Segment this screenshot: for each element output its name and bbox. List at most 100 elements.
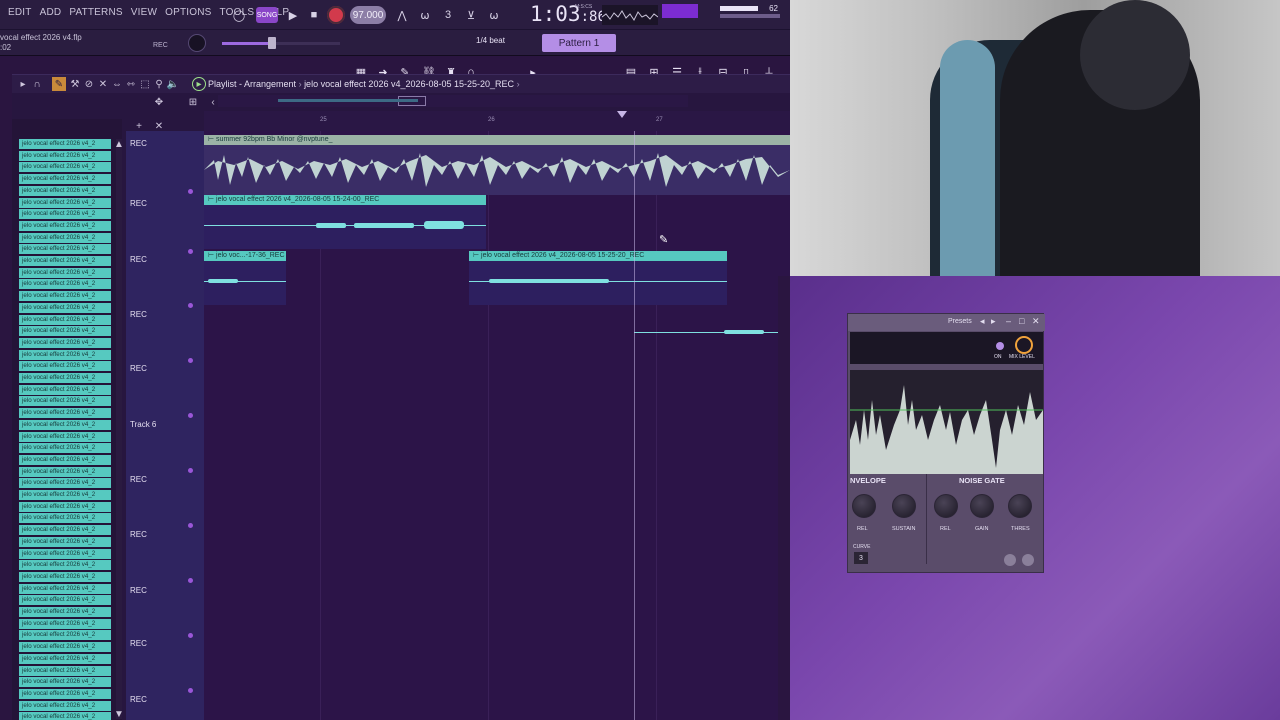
- playlist-menu-arrow-icon[interactable]: ▸: [16, 77, 30, 91]
- browser-item[interactable]: jelo vocal effect 2026 v4_2: [19, 688, 111, 699]
- browser-item[interactable]: jelo vocal effect 2026 v4_2: [19, 419, 111, 430]
- browser-item[interactable]: jelo vocal effect 2026 v4_2: [19, 443, 111, 454]
- magnet-icon[interactable]: ∩: [30, 77, 44, 91]
- pencil-tool-icon[interactable]: ✎: [52, 77, 66, 91]
- playhead-marker[interactable]: [617, 111, 627, 118]
- metronome-icon[interactable]: ⋀: [392, 5, 412, 25]
- browser-item[interactable]: jelo vocal effect 2026 v4_2: [19, 618, 111, 629]
- clip-vocal1-header[interactable]: ⊢ jelo vocal effect 2026 v4_2026-08-05 1…: [204, 195, 486, 205]
- loop-record-icon[interactable]: ⍵: [484, 5, 504, 25]
- pattern-selector[interactable]: Pattern 1: [542, 34, 616, 52]
- browser-item[interactable]: jelo vocal effect 2026 v4_2: [19, 337, 111, 348]
- browser-item[interactable]: jelo vocal effect 2026 v4_2: [19, 314, 111, 325]
- global-knob-icon[interactable]: ◯: [229, 5, 249, 25]
- browser-item[interactable]: jelo vocal effect 2026 v4_2: [19, 478, 111, 489]
- record-button[interactable]: [327, 6, 345, 24]
- track-label[interactable]: Track 6: [130, 420, 156, 429]
- browser-item[interactable]: jelo vocal effect 2026 v4_2: [19, 326, 111, 337]
- browser-item[interactable]: jelo vocal effect 2026 v4_2: [19, 431, 111, 442]
- tempo-display[interactable]: 97.000: [350, 6, 386, 24]
- zoom-horizontal-icon[interactable]: ✥: [152, 95, 166, 109]
- browser-item[interactable]: jelo vocal effect 2026 v4_2: [19, 349, 111, 360]
- curve-selector[interactable]: 3: [854, 552, 868, 564]
- browser-item[interactable]: jelo vocal effect 2026 v4_2: [19, 361, 111, 372]
- clip-beat[interactable]: [204, 145, 790, 195]
- browser-item[interactable]: jelo vocal effect 2026 v4_2: [19, 607, 111, 617]
- browser-item[interactable]: jelo vocal effect 2026 v4_2: [19, 185, 111, 196]
- menu-edit[interactable]: EDIT: [4, 7, 36, 18]
- master-pitch-slider-thumb[interactable]: [268, 37, 276, 49]
- snap-selector[interactable]: 1/4 beat: [476, 36, 505, 45]
- browser-item[interactable]: jelo vocal effect 2026 v4_2: [19, 466, 111, 477]
- track-tool-icon[interactable]: ⊞: [186, 95, 200, 109]
- track-mute-dot[interactable]: [188, 468, 193, 473]
- track-mute-dot[interactable]: [188, 303, 193, 308]
- arrangement-area[interactable]: ⊢ summer 92bpm Bb Minor @nvptune_ ⊢ jelo…: [204, 131, 790, 720]
- track-label[interactable]: REC: [130, 364, 147, 373]
- track-label[interactable]: REC: [130, 695, 147, 704]
- gate-release-knob[interactable]: [934, 494, 958, 518]
- track-label[interactable]: REC: [130, 310, 147, 319]
- preset-next-icon[interactable]: ▸: [991, 316, 996, 327]
- browser-item[interactable]: jelo vocal effect 2026 v4_2: [19, 630, 111, 641]
- browser-item[interactable]: jelo vocal effect 2026 v4_2: [19, 677, 111, 688]
- clip-vocal2a[interactable]: [204, 261, 286, 305]
- browser-item[interactable]: jelo vocal effect 2026 v4_2: [19, 595, 111, 606]
- browser-item[interactable]: jelo vocal effect 2026 v4_2: [19, 560, 111, 571]
- track-mute-dot[interactable]: [188, 413, 193, 418]
- browser-item[interactable]: jelo vocal effect 2026 v4_2: [19, 490, 111, 500]
- browser-item[interactable]: jelo vocal effect 2026 v4_2: [19, 291, 111, 302]
- playlist-overview[interactable]: [218, 95, 688, 107]
- menu-patterns[interactable]: PATTERNS: [65, 7, 126, 18]
- plugin-option-button[interactable]: [1022, 554, 1034, 566]
- clip-vocal2b-header[interactable]: ⊢ jelo vocal effect 2026 v4_2026-08-05 1…: [469, 251, 727, 261]
- plugin-titlebar[interactable]: Presets ◂ ▸ – □ ✕: [848, 314, 1045, 331]
- mix-level-knob[interactable]: [1015, 336, 1033, 354]
- browser-item[interactable]: jelo vocal effect 2026 v4_2: [19, 244, 111, 255]
- gate-gain-knob[interactable]: [970, 494, 994, 518]
- minimize-icon[interactable]: –: [1006, 316, 1011, 326]
- maximize-icon[interactable]: □: [1019, 316, 1024, 326]
- paint-tool-icon[interactable]: ⚒: [68, 77, 82, 91]
- scroll-left-icon[interactable]: ‹: [206, 95, 220, 109]
- browser-item[interactable]: jelo vocal effect 2026 v4_2: [19, 583, 111, 594]
- track-label[interactable]: REC: [130, 639, 147, 648]
- track-label[interactable]: REC: [130, 199, 147, 208]
- browser-item[interactable]: jelo vocal effect 2026 v4_2: [19, 139, 111, 149]
- browser-item[interactable]: jelo vocal effect 2026 v4_2: [19, 256, 111, 266]
- browser-scrollbar[interactable]: [116, 139, 122, 719]
- browser-item[interactable]: jelo vocal effect 2026 v4_2: [19, 665, 111, 676]
- track-mute-dot[interactable]: [188, 578, 193, 583]
- menu-options[interactable]: OPTIONS: [161, 7, 215, 18]
- mute-tool-icon[interactable]: ✕: [96, 77, 110, 91]
- browser-item[interactable]: jelo vocal effect 2026 v4_2: [19, 209, 111, 220]
- browser-item[interactable]: jelo vocal effect 2026 v4_2: [19, 653, 111, 664]
- browser-item[interactable]: jelo vocal effect 2026 v4_2: [19, 267, 111, 278]
- song-mode-toggle[interactable]: SONG: [256, 7, 278, 23]
- browser-item[interactable]: jelo vocal effect 2026 v4_2: [19, 501, 111, 512]
- browser-item[interactable]: jelo vocal effect 2026 v4_2: [19, 302, 111, 313]
- browser-item[interactable]: jelo vocal effect 2026 v4_2: [19, 197, 111, 208]
- presets-label[interactable]: Presets: [948, 318, 972, 325]
- browser-item[interactable]: jelo vocal effect 2026 v4_2: [19, 150, 111, 161]
- browser-item[interactable]: jelo vocal effect 2026 v4_2: [19, 454, 111, 465]
- timeline-ruler[interactable]: 25 26 27: [204, 111, 790, 131]
- env-release-knob[interactable]: [852, 494, 876, 518]
- playlist-play-icon[interactable]: ▸: [192, 77, 206, 91]
- browser-item[interactable]: jelo vocal effect 2026 v4_2: [19, 384, 111, 395]
- select-tool-icon[interactable]: ⬚: [138, 77, 152, 91]
- track-mute-dot[interactable]: [188, 523, 193, 528]
- track-label[interactable]: REC: [130, 530, 147, 539]
- countdown-icon[interactable]: 3: [438, 5, 458, 25]
- browser-item[interactable]: jelo vocal effect 2026 v4_2: [19, 536, 111, 547]
- play-icon[interactable]: ▶: [283, 5, 303, 25]
- clip-vocal1[interactable]: [204, 205, 486, 249]
- clip-beat-header[interactable]: ⊢ summer 92bpm Bb Minor @nvptune_: [204, 135, 790, 145]
- track-mute-dot[interactable]: [188, 358, 193, 363]
- browser-item[interactable]: jelo vocal effect 2026 v4_2: [19, 232, 111, 243]
- menu-add[interactable]: ADD: [36, 7, 66, 18]
- browser-item[interactable]: jelo vocal effect 2026 v4_2: [19, 174, 111, 185]
- browser-item[interactable]: jelo vocal effect 2026 v4_2: [19, 700, 111, 711]
- browser-item[interactable]: jelo vocal effect 2026 v4_2: [19, 162, 111, 173]
- step-edit-icon[interactable]: ⊻: [461, 5, 481, 25]
